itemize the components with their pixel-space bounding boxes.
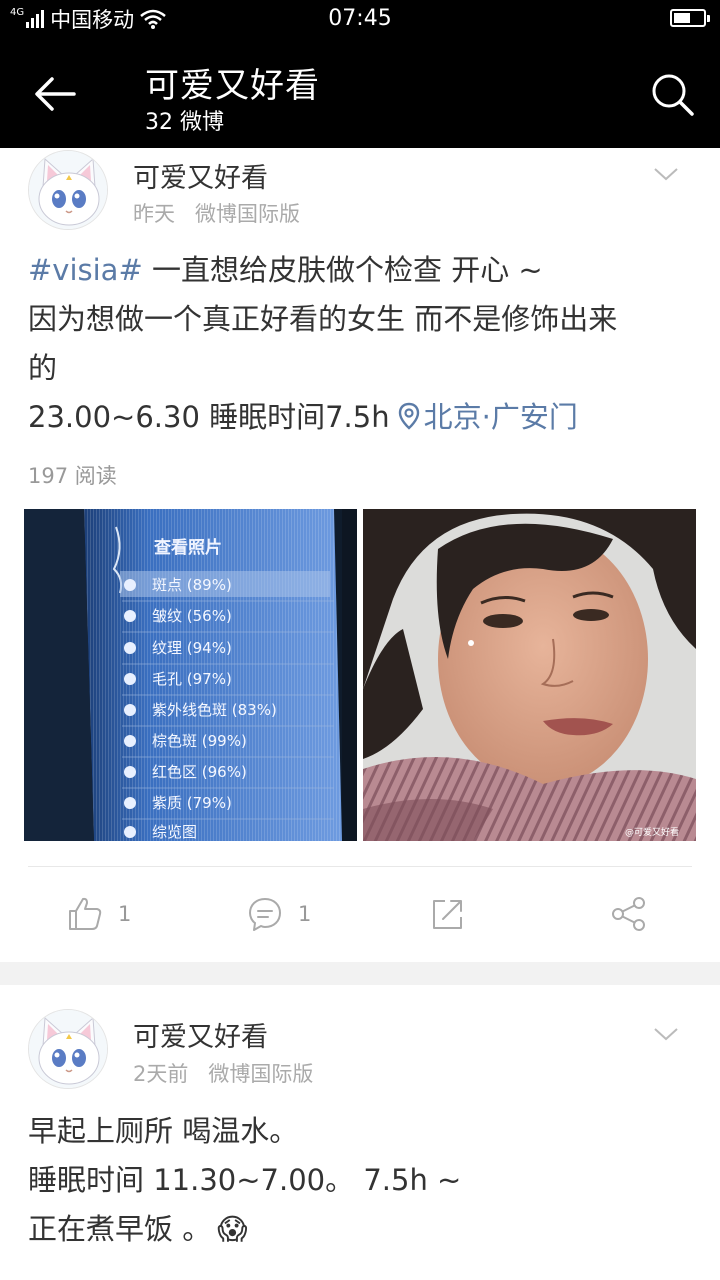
search-icon[interactable]	[646, 68, 698, 120]
status-bar: 4G 中国移动 07:45	[0, 0, 720, 38]
hashtag-link[interactable]: #visia#	[28, 253, 143, 287]
like-count: 1	[118, 902, 132, 926]
visia-item: 棕色斑 (99%)	[152, 732, 247, 750]
post-photo[interactable]: 查看照片 斑点 (89%) 皱纹 (56%) 纹理 (94%) 毛孔 (97%)…	[24, 509, 357, 841]
post-line: 因为想做一个真正好看的女生 而不是修饰出来	[28, 302, 618, 336]
status-time: 07:45	[328, 6, 392, 31]
post-meta: 2天前 微博国际版	[133, 1058, 313, 1088]
comment-icon	[249, 898, 281, 931]
avatar[interactable]	[28, 150, 108, 230]
photo-watermark: @可爱又好看	[625, 826, 679, 838]
page-title: 可爱又好看	[145, 66, 320, 106]
arrow-left-icon[interactable]	[28, 66, 84, 122]
scream-emoji-icon: 😱	[217, 1212, 248, 1246]
visia-item: 斑点 (89%)	[152, 576, 232, 594]
share-button[interactable]	[610, 884, 648, 944]
post-time: 2天前	[133, 1062, 189, 1086]
comment-button[interactable]: 1	[246, 884, 311, 944]
chevron-down-icon[interactable]	[652, 1025, 680, 1043]
visia-item: 综览图	[152, 823, 197, 841]
like-button[interactable]: 1	[66, 884, 131, 944]
visia-item: 纹理 (94%)	[152, 639, 232, 657]
username[interactable]: 可爱又好看	[133, 156, 268, 195]
post-count: 32 微博	[145, 110, 224, 135]
cat-avatar-icon	[29, 1010, 107, 1088]
visia-item: 紫外线色斑 (83%)	[152, 701, 277, 719]
location-pin-icon	[398, 402, 419, 430]
post-photo[interactable]: @可爱又好看	[363, 509, 696, 841]
post-text: #visia# 一直想给皮肤做个检查 开心 ~ 因为想做一个真正好看的女生 而不…	[28, 246, 693, 442]
post-card: 可爱又好看 2天前 微博国际版 早起上厕所 喝温水。 睡眠时间 11.30~7.…	[0, 985, 720, 1280]
cat-avatar-icon	[29, 151, 107, 229]
share-icon	[612, 897, 645, 931]
action-bar: 1 1	[0, 884, 720, 944]
battery-icon	[670, 9, 710, 27]
nav-bar: 可爱又好看 32 微博	[0, 38, 720, 148]
repost-button[interactable]	[429, 884, 467, 944]
post-line: 早起上厕所 喝温水。	[28, 1114, 299, 1148]
location-link[interactable]: 北京·广安门	[424, 400, 578, 434]
post-source: 微博国际版	[195, 202, 300, 226]
post-line: 的	[28, 351, 58, 385]
read-count: 197 阅读	[28, 464, 117, 488]
visia-item: 皱纹 (56%)	[152, 607, 232, 625]
post-line: 23.00~6.30 睡眠时间7.5h	[28, 400, 390, 434]
selfie-photo: @可爱又好看	[363, 509, 696, 841]
post-meta: 昨天 微博国际版	[133, 198, 300, 228]
post-line: 正在煮早饭 。	[28, 1212, 212, 1246]
post-time: 昨天	[133, 202, 175, 226]
username[interactable]: 可爱又好看	[133, 1015, 268, 1054]
visia-item: 毛孔 (97%)	[152, 670, 232, 688]
visia-item: 红色区 (96%)	[152, 763, 247, 781]
chevron-down-icon[interactable]	[652, 165, 680, 183]
comment-count: 1	[298, 902, 312, 926]
visia-screen-photo: 查看照片 斑点 (89%) 皱纹 (56%) 纹理 (94%) 毛孔 (97%)…	[24, 509, 357, 841]
visia-item: 紫质 (79%)	[152, 794, 232, 812]
divider	[28, 866, 692, 867]
post-line: 睡眠时间 11.30~7.00。 7.5h ~	[28, 1163, 462, 1197]
repost-icon	[433, 900, 462, 929]
post-text: 早起上厕所 喝温水。 睡眠时间 11.30~7.00。 7.5h ~ 正在煮早饭…	[28, 1107, 693, 1254]
visia-header: 查看照片	[153, 537, 222, 558]
post-card: 可爱又好看 昨天 微博国际版 #visia# 一直想给皮肤做个检查 开心 ~ 因…	[0, 148, 720, 962]
thumbs-up-icon	[69, 897, 102, 930]
avatar[interactable]	[28, 1009, 108, 1089]
post-source: 微博国际版	[208, 1062, 314, 1086]
post-line: 一直想给皮肤做个检查 开心 ~	[142, 253, 543, 287]
